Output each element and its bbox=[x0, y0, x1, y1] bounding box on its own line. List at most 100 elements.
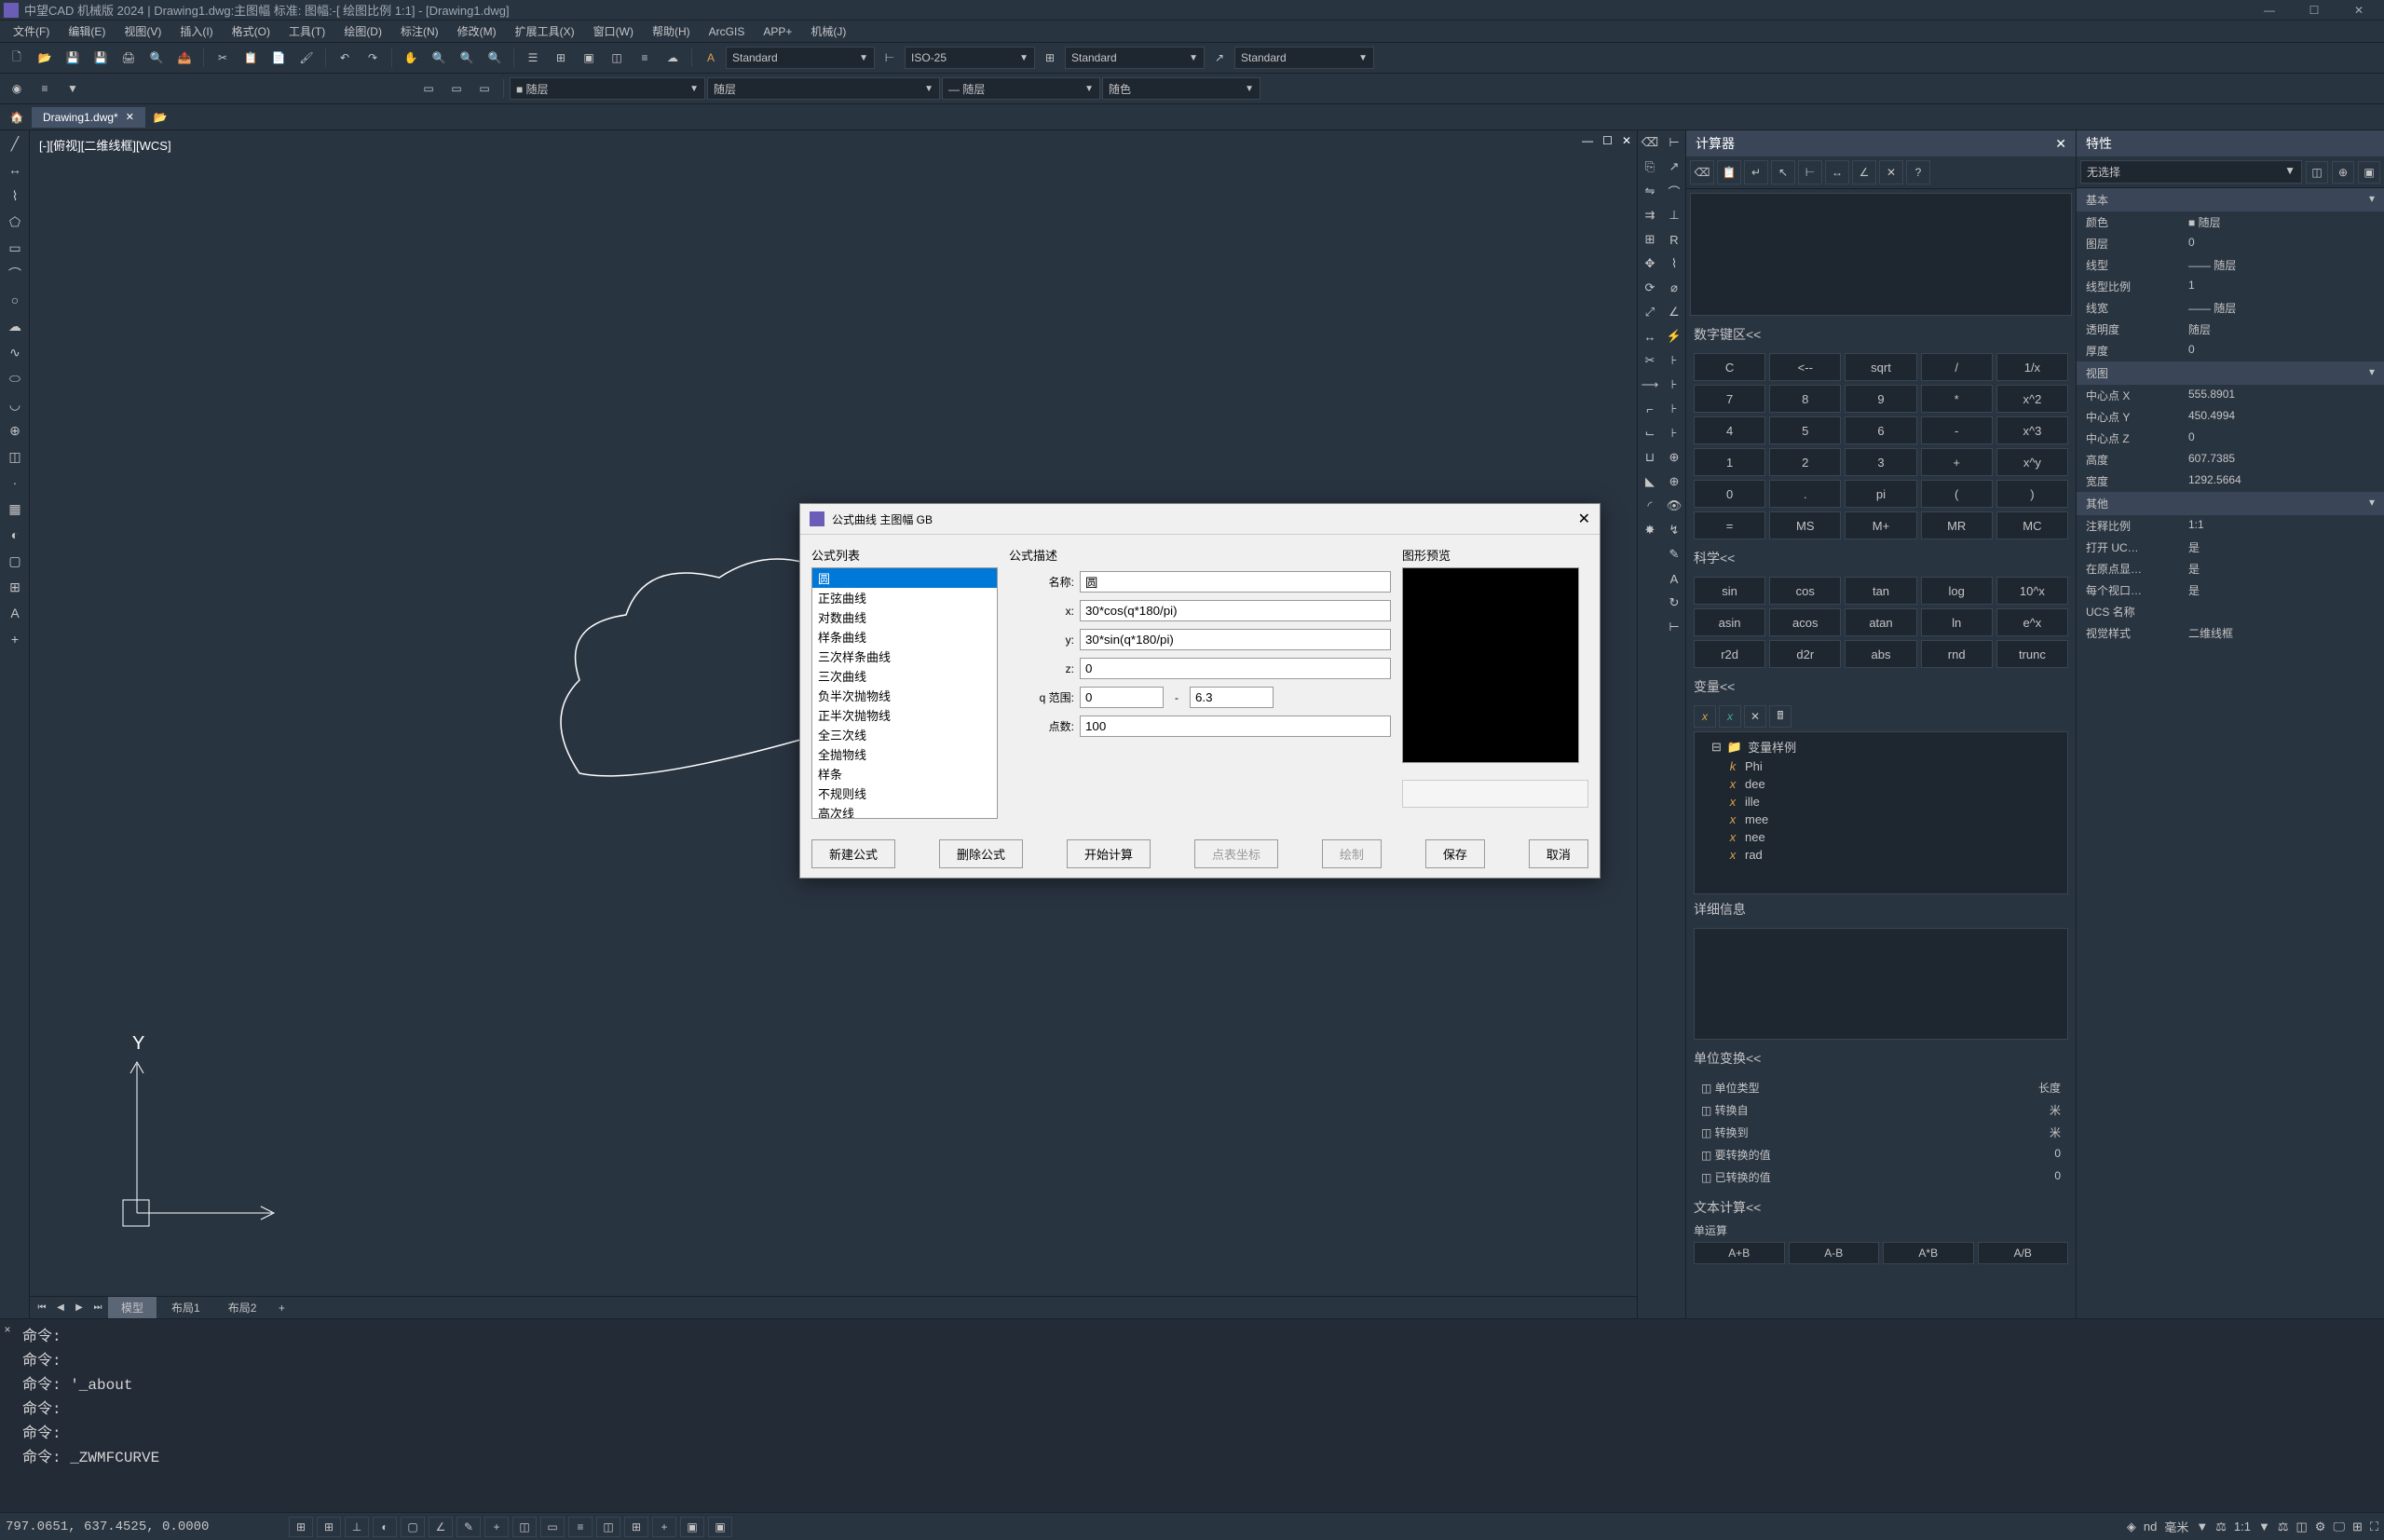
linetype1-dropdown[interactable]: 随层▼ bbox=[707, 77, 940, 100]
ortho-icon[interactable]: ⊥ bbox=[345, 1517, 369, 1537]
paste-icon[interactable]: 📄 bbox=[266, 45, 292, 71]
formula-item[interactable]: 不规则线 bbox=[812, 784, 997, 803]
ds-icon[interactable]: + bbox=[652, 1517, 676, 1537]
dimupdate-icon[interactable]: ↻ bbox=[1662, 591, 1686, 615]
polygon-icon[interactable]: ⬠ bbox=[0, 209, 30, 235]
dim-break-icon[interactable]: ⊦ bbox=[1662, 421, 1686, 445]
menu-window[interactable]: 窗口(W) bbox=[584, 23, 643, 39]
plot-icon[interactable]: 🖨 bbox=[116, 45, 142, 71]
status-app-icon[interactable]: ◈ bbox=[2127, 1520, 2136, 1534]
inspect-icon[interactable]: 👁 bbox=[1662, 494, 1686, 518]
doc-tab[interactable]: Drawing1.dwg* ✕ bbox=[32, 107, 145, 128]
qp-icon[interactable]: ≡ bbox=[568, 1517, 593, 1537]
calc-key-)[interactable]: ) bbox=[1996, 480, 2068, 508]
color-dropdown[interactable]: ■ 随层▼ bbox=[510, 77, 705, 100]
calc-getpt-icon[interactable]: ⊢ bbox=[1798, 160, 1822, 184]
calc-key-MC[interactable]: MC bbox=[1996, 511, 2068, 539]
menu-help[interactable]: 帮助(H) bbox=[643, 23, 700, 39]
dim-space-icon[interactable]: ⊦ bbox=[1662, 397, 1686, 421]
calc-key-1/x[interactable]: 1/x bbox=[1996, 353, 2068, 381]
zoom2-icon[interactable]: 🔍 bbox=[454, 45, 480, 71]
calc-key-MS[interactable]: MS bbox=[1769, 511, 1841, 539]
command-area[interactable]: × 命令:命令:命令: '_about命令:命令:命令: _ZWMFCURVE bbox=[0, 1318, 2384, 1512]
dc-icon[interactable]: ⊞ bbox=[548, 45, 574, 71]
textstyle-icon[interactable]: A bbox=[698, 45, 724, 71]
scale-icon[interactable]: ⤢ bbox=[1638, 300, 1662, 324]
break2-icon[interactable]: ⌙ bbox=[1638, 421, 1662, 445]
name-field[interactable] bbox=[1080, 571, 1391, 593]
formula-item[interactable]: 样条 bbox=[812, 764, 997, 784]
props-row[interactable]: UCS 名称 bbox=[2077, 601, 2384, 622]
layerprop-icon[interactable]: ◉ bbox=[4, 75, 30, 102]
status-units[interactable]: 毫米 bbox=[2164, 1518, 2188, 1535]
dim-ord-icon[interactable]: ⊥ bbox=[1662, 203, 1686, 227]
new-icon[interactable]: 🗋 bbox=[4, 45, 30, 71]
stretch-icon[interactable]: ↔ bbox=[1638, 324, 1662, 348]
props-qselect-icon[interactable]: ⊕ bbox=[2332, 161, 2354, 184]
canvas-close-icon[interactable]: ✕ bbox=[1622, 134, 1631, 147]
gradient-icon[interactable]: ◐ bbox=[0, 522, 30, 548]
calc-sci-abs[interactable]: abs bbox=[1845, 640, 1916, 668]
trim-icon[interactable]: ✂ bbox=[1638, 348, 1662, 373]
calc-close-icon[interactable]: ✕ bbox=[2055, 136, 2066, 152]
dim-base-icon[interactable]: ⊦ bbox=[1662, 348, 1686, 373]
calc-key-0[interactable]: 0 bbox=[1694, 480, 1765, 508]
arc-icon[interactable]: ⌒ bbox=[0, 261, 30, 287]
calc-key-C[interactable]: C bbox=[1694, 353, 1765, 381]
calc-key-4[interactable]: 4 bbox=[1694, 416, 1765, 444]
calc-sci-atan[interactable]: atan bbox=[1845, 608, 1916, 636]
calc-key-9[interactable]: 9 bbox=[1845, 385, 1916, 413]
dialog-close-icon[interactable]: ✕ bbox=[1578, 510, 1590, 528]
zoom-icon[interactable]: 🔍 bbox=[426, 45, 452, 71]
menu-view[interactable]: 视图(V) bbox=[115, 23, 170, 39]
status-nd-icon[interactable]: nd bbox=[2144, 1520, 2157, 1533]
unit-row[interactable]: ◫ 已转换的值0 bbox=[1694, 1166, 2068, 1189]
calc-hist-icon[interactable]: 📋 bbox=[1717, 160, 1741, 184]
textcalc-key[interactable]: A+B bbox=[1694, 1242, 1785, 1264]
dimstyle-icon[interactable]: ⊢ bbox=[877, 45, 903, 71]
tablestyle-icon[interactable]: ⊞ bbox=[1037, 45, 1063, 71]
copy-icon[interactable]: 📋 bbox=[238, 45, 264, 71]
saveas-icon[interactable]: 💾 bbox=[88, 45, 114, 71]
props-row[interactable]: 中心点 X555.8901 bbox=[2077, 385, 2384, 406]
calc-pick-icon[interactable]: ↖ bbox=[1771, 160, 1795, 184]
menu-modify[interactable]: 修改(M) bbox=[448, 23, 506, 39]
formula-item[interactable]: 全三次线 bbox=[812, 725, 997, 744]
calc-key--[interactable]: - bbox=[1921, 416, 1993, 444]
calc-key-sqrt[interactable]: sqrt bbox=[1845, 353, 1916, 381]
open-icon[interactable]: 📂 bbox=[32, 45, 58, 71]
center-icon[interactable]: ⊕ bbox=[1662, 470, 1686, 494]
var-item[interactable]: xrad bbox=[1698, 846, 2064, 864]
match-icon[interactable]: 🖌 bbox=[293, 45, 320, 71]
line-icon[interactable]: ╱ bbox=[0, 130, 30, 157]
osnap-icon[interactable]: ▢ bbox=[401, 1517, 425, 1537]
tp-icon[interactable]: ▣ bbox=[576, 45, 602, 71]
calc-textcalc-header[interactable]: 文本计算<< bbox=[1686, 1192, 2076, 1222]
save-icon[interactable]: 💾 bbox=[60, 45, 86, 71]
doc-tab-close-icon[interactable]: ✕ bbox=[126, 111, 134, 123]
props-row[interactable]: 中心点 Y450.4994 bbox=[2077, 406, 2384, 428]
menu-dimension[interactable]: 标注(N) bbox=[391, 23, 448, 39]
model-icon[interactable]: ▭ bbox=[540, 1517, 565, 1537]
props-row[interactable]: 线型—— 随层 bbox=[2077, 254, 2384, 276]
status-scale-icon[interactable]: ⚖ bbox=[2215, 1520, 2227, 1534]
calc-sci-10^x[interactable]: 10^x bbox=[1996, 577, 2068, 605]
calc-sci-d2r[interactable]: d2r bbox=[1769, 640, 1841, 668]
calc-int-icon[interactable]: ✕ bbox=[1879, 160, 1903, 184]
formula-item[interactable]: 三次样条曲线 bbox=[812, 647, 997, 666]
menu-tools[interactable]: 工具(T) bbox=[279, 23, 334, 39]
offset-icon[interactable]: ⇉ bbox=[1638, 203, 1662, 227]
var-item[interactable]: xille bbox=[1698, 793, 2064, 811]
status-ws-icon[interactable]: ⚙ bbox=[2315, 1520, 2326, 1534]
formula-item[interactable]: 全抛物线 bbox=[812, 744, 997, 764]
calc-paste-icon[interactable]: ↵ bbox=[1744, 160, 1768, 184]
calc-key-.[interactable]: . bbox=[1769, 480, 1841, 508]
status-iso-icon[interactable]: ⊞ bbox=[2352, 1520, 2363, 1534]
tablestyle-dropdown[interactable]: Standard▼ bbox=[1065, 47, 1205, 69]
status-annoscale-icon[interactable]: ⚖ bbox=[2278, 1520, 2289, 1534]
canvas-max-icon[interactable]: ☐ bbox=[1602, 134, 1613, 147]
menu-file[interactable]: 文件(F) bbox=[4, 23, 59, 39]
move-icon[interactable]: ✥ bbox=[1638, 252, 1662, 276]
textcalc-key[interactable]: A*B bbox=[1883, 1242, 1974, 1264]
calc-unit-header[interactable]: 单位变换<< bbox=[1686, 1043, 2076, 1073]
